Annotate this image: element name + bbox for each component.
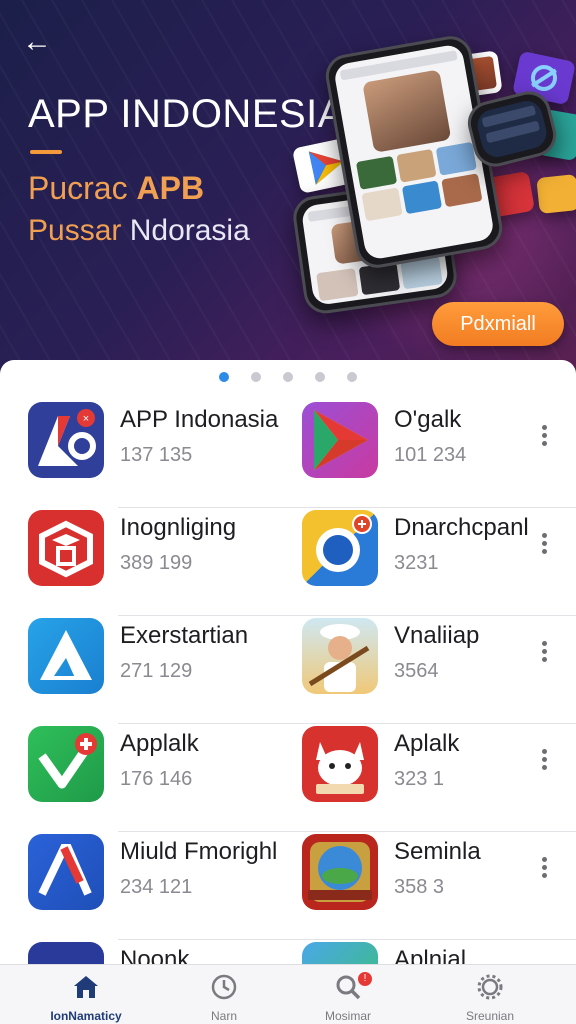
app-item[interactable]: × APP Indonasia 137 135 — [28, 400, 288, 508]
app-count: 3564 — [394, 660, 439, 682]
dots-vertical-icon — [541, 749, 547, 754]
nav-tab-recent[interactable]: Narn — [152, 965, 296, 1024]
svg-text:×: × — [83, 413, 89, 425]
clock-icon — [211, 974, 237, 1000]
app-indonesia-icon[interactable]: × — [28, 402, 104, 478]
triangle-a-icon[interactable] — [28, 618, 104, 694]
back-button[interactable]: ← — [22, 25, 52, 58]
more-options-button[interactable] — [532, 746, 556, 780]
app-row: Exerstartian 271 129 Vnaliiap 3564 — [0, 616, 576, 724]
app-count: 176 146 — [120, 768, 193, 790]
app-name: Exerstartian — [120, 622, 249, 649]
app-name: Dnarchcpanl — [394, 514, 529, 541]
hero-subtitle-1: Pucrac APB — [28, 170, 205, 206]
dots-vertical-icon — [541, 425, 547, 430]
app-name: Aplalk — [394, 730, 460, 757]
nav-tab-label: Mosimar — [324, 1009, 371, 1023]
dots-vertical-icon — [541, 533, 547, 538]
app-name: Applalk — [120, 730, 199, 757]
app-count: 389 199 — [120, 552, 193, 574]
app-count: 358 3 — [394, 876, 445, 898]
app-item[interactable]: Vnaliiap 3564 — [302, 616, 532, 724]
app-count: 323 1 — [394, 768, 445, 790]
hero-title: APP INDONESIA — [28, 92, 345, 136]
app-item[interactable]: Inognliging 389 199 — [28, 508, 288, 616]
app-count: 101 234 — [394, 444, 467, 466]
app-list-sheet: × APP Indonasia 137 135 O'galk 101 234 I… — [0, 360, 576, 1018]
more-options-button[interactable] — [532, 854, 556, 888]
nav-tab-label: IonNamaticy — [50, 1009, 122, 1023]
bottom-navigation: IonNamaticy Narn Mosimar Sreunian — [0, 964, 576, 1024]
pager-dot-2[interactable] — [251, 371, 261, 382]
nav-tab-search[interactable]: Mosimar — [276, 965, 420, 1024]
orange-tile — [536, 174, 576, 214]
dots-vertical-icon — [541, 641, 547, 646]
hero-cta-button[interactable]: Pdxmiall — [432, 302, 564, 346]
app-count: 3231 — [394, 552, 439, 574]
chrome-ring-icon[interactable] — [302, 510, 378, 586]
globe-badge-icon[interactable] — [302, 834, 378, 910]
cat-mascot-icon[interactable] — [302, 726, 378, 802]
app-item[interactable]: Dnarchcpanl 3231 — [302, 508, 532, 616]
pager-dot-5[interactable] — [347, 371, 357, 382]
app-item[interactable]: Miuld Fmorighl 234 121 — [28, 832, 288, 940]
app-row: × APP Indonasia 137 135 O'galk 101 234 — [0, 400, 576, 508]
app-name: APP Indonasia — [120, 406, 279, 433]
nav-tab-label: Narn — [210, 1009, 237, 1023]
app-count: 137 135 — [120, 444, 193, 466]
nav-tab-settings[interactable]: Sreunian — [418, 965, 562, 1024]
lambda-icon[interactable] — [28, 834, 104, 910]
app-item[interactable]: Seminla 358 3 — [302, 832, 532, 940]
nav-tab-home[interactable]: IonNamaticy — [14, 965, 158, 1024]
notification-badge: ! — [358, 972, 372, 986]
app-item[interactable]: O'galk 101 234 — [302, 400, 532, 508]
pager-dot-3[interactable] — [283, 371, 293, 382]
home-icon — [74, 976, 98, 998]
app-name: O'galk — [394, 406, 462, 433]
app-row: Applalk 176 146 Aplalk 323 1 — [0, 724, 576, 832]
hero-divider — [30, 150, 62, 154]
app-name: Miuld Fmorighl — [120, 838, 278, 865]
app-item[interactable]: Exerstartian 271 129 — [28, 616, 288, 724]
app-row: Inognliging 389 199 Dnarchcpanl 3231 — [0, 508, 576, 616]
app-count: 271 129 — [120, 660, 193, 682]
more-options-button[interactable] — [532, 422, 556, 456]
app-count: 234 121 — [120, 876, 193, 898]
app-name: Seminla — [394, 838, 481, 865]
nav-tab-label: Sreunian — [465, 1009, 515, 1023]
more-options-button[interactable] — [532, 530, 556, 564]
app-name: Vnaliiap — [394, 622, 480, 649]
pager-dot-4[interactable] — [315, 371, 325, 382]
hero-banner: ← APP INDONESIA Pucrac APB Pussar Ndoras… — [0, 0, 576, 380]
arrow-left-icon: ← — [22, 25, 52, 58]
cube-icon[interactable] — [28, 510, 104, 586]
character-icon[interactable] — [302, 618, 378, 694]
pager-dot-1[interactable] — [219, 371, 229, 382]
hero-subtitle-2: Pussar Ndorasia — [28, 214, 250, 247]
app-name: Inognliging — [120, 514, 237, 541]
app-item[interactable]: Applalk 176 146 — [28, 724, 288, 832]
checkmark-plus-icon[interactable] — [28, 726, 104, 802]
app-item[interactable]: Aplalk 323 1 — [302, 724, 532, 832]
app-page: ← APP INDONESIA Pucrac APB Pussar Ndoras… — [0, 0, 576, 1024]
app-row: Miuld Fmorighl 234 121 Seminla 358 3 — [0, 832, 576, 940]
pager-dots — [0, 368, 576, 382]
dots-vertical-icon — [541, 857, 547, 862]
play-store-icon[interactable] — [302, 402, 378, 478]
more-options-button[interactable] — [532, 638, 556, 672]
gear-icon — [477, 974, 503, 1000]
